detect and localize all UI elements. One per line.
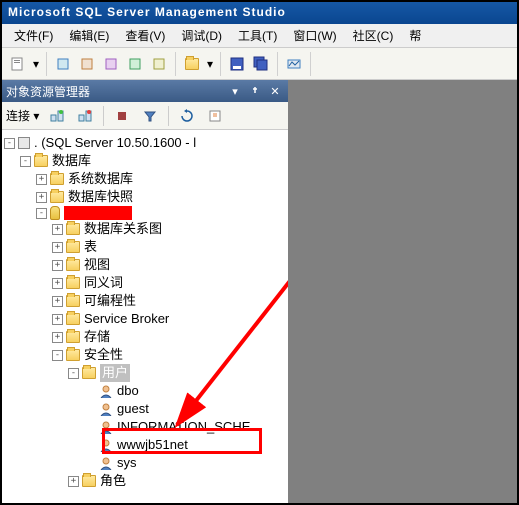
ce-query-button[interactable]: [147, 52, 171, 76]
folder-icon: [66, 241, 80, 253]
user-icon: [99, 402, 113, 416]
disconnect-button[interactable]: [73, 104, 97, 128]
menu-view[interactable]: 查看(V): [117, 25, 173, 46]
panel-toolbar: 连接 ▾: [2, 102, 288, 130]
mdx-query-button[interactable]: [75, 52, 99, 76]
views-node[interactable]: 视图: [84, 256, 110, 274]
user-icon: [99, 456, 113, 470]
db-engine-query-button[interactable]: [51, 52, 75, 76]
menu-file[interactable]: 文件(F): [6, 25, 61, 46]
expander-icon[interactable]: +: [52, 260, 63, 271]
xmla-query-button[interactable]: [123, 52, 147, 76]
database-icon: [50, 206, 60, 220]
folder-icon: [82, 475, 96, 487]
expander-icon[interactable]: +: [36, 174, 47, 185]
user-guest-node[interactable]: guest: [117, 400, 149, 418]
object-explorer-tree[interactable]: -. (SQL Server 10.50.1600 - l -数据库 +系统数据…: [2, 130, 288, 503]
database-node-redacted[interactable]: [64, 206, 132, 220]
title-bar[interactable]: Microsoft SQL Server Management Studio: [2, 2, 517, 24]
save-all-button[interactable]: [249, 52, 273, 76]
expander-icon[interactable]: -: [20, 156, 31, 167]
save-button[interactable]: [225, 52, 249, 76]
expander-icon[interactable]: -: [68, 368, 79, 379]
panel-title: 对象资源管理器: [6, 83, 90, 100]
menu-tools[interactable]: 工具(T): [230, 25, 285, 46]
refresh-button[interactable]: [175, 104, 199, 128]
filter-button[interactable]: [138, 104, 162, 128]
expander-icon[interactable]: -: [36, 208, 47, 219]
sysdb-node[interactable]: 系统数据库: [68, 170, 133, 188]
users-node[interactable]: 用户: [100, 364, 130, 382]
menu-edit[interactable]: 编辑(E): [61, 25, 117, 46]
server-node[interactable]: . (SQL Server 10.50.1600 - l: [34, 134, 196, 152]
panel-header: 对象资源管理器 ▾ ✕: [2, 80, 288, 102]
properties-button[interactable]: [203, 104, 227, 128]
folder-icon: [66, 349, 80, 361]
stop-button[interactable]: [110, 104, 134, 128]
user-highlighted-node[interactable]: wwwjb51net: [117, 436, 188, 454]
expander-icon[interactable]: +: [36, 192, 47, 203]
panel-pin-button[interactable]: [246, 83, 264, 99]
folder-icon: [66, 295, 80, 307]
roles-node[interactable]: 角色: [100, 472, 126, 490]
panel-dropdown-button[interactable]: ▾: [226, 83, 244, 99]
tables-node[interactable]: 表: [84, 238, 97, 256]
dmx-query-button[interactable]: [99, 52, 123, 76]
content-area: 对象资源管理器 ▾ ✕ 连接 ▾ -. (SQL Server 1: [2, 80, 517, 503]
programmability-node[interactable]: 可编程性: [84, 292, 136, 310]
new-query-button[interactable]: [6, 52, 30, 76]
diagrams-node[interactable]: 数据库关系图: [84, 220, 162, 238]
activity-monitor-button[interactable]: [282, 52, 306, 76]
main-toolbar: ▾ ▾: [2, 48, 517, 80]
menu-help[interactable]: 帮: [401, 25, 429, 46]
menu-window[interactable]: 窗口(W): [285, 25, 344, 46]
menu-bar: 文件(F) 编辑(E) 查看(V) 调试(D) 工具(T) 窗口(W) 社区(C…: [2, 24, 517, 48]
folder-icon: [66, 331, 80, 343]
folder-icon: [50, 191, 64, 203]
expander-icon[interactable]: +: [68, 476, 79, 487]
folder-icon: [66, 259, 80, 271]
open-dropdown[interactable]: ▾: [204, 52, 216, 76]
user-icon: [99, 438, 113, 452]
user-sys-node[interactable]: sys: [117, 454, 137, 472]
expander-icon[interactable]: -: [52, 350, 63, 361]
folder-icon: [34, 155, 48, 167]
object-explorer-panel: 对象资源管理器 ▾ ✕ 连接 ▾ -. (SQL Server 1: [2, 80, 292, 503]
panel-close-button[interactable]: ✕: [266, 83, 284, 99]
expander-icon[interactable]: +: [52, 242, 63, 253]
user-icon: [99, 384, 113, 398]
storage-node[interactable]: 存储: [84, 328, 110, 346]
app-window: Microsoft SQL Server Management Studio 文…: [0, 0, 519, 505]
folder-icon: [66, 277, 80, 289]
mdi-workspace: [292, 80, 517, 503]
folder-icon: [50, 173, 64, 185]
expander-icon[interactable]: -: [4, 138, 15, 149]
connect-object-explorer-button[interactable]: [45, 104, 69, 128]
security-node[interactable]: 安全性: [84, 346, 123, 364]
window-title: Microsoft SQL Server Management Studio: [8, 5, 286, 19]
expander-icon[interactable]: +: [52, 332, 63, 343]
service-broker-node[interactable]: Service Broker: [84, 310, 169, 328]
new-query-dropdown[interactable]: ▾: [30, 52, 42, 76]
user-infoschema-node[interactable]: INFORMATION_SCHE: [117, 418, 250, 436]
expander-icon[interactable]: +: [52, 314, 63, 325]
menu-community[interactable]: 社区(C): [345, 25, 402, 46]
folder-icon: [66, 313, 80, 325]
server-icon: [18, 137, 30, 149]
user-dbo-node[interactable]: dbo: [117, 382, 139, 400]
open-file-button[interactable]: [180, 52, 204, 76]
expander-icon[interactable]: +: [52, 278, 63, 289]
snapshots-node[interactable]: 数据库快照: [68, 188, 133, 206]
databases-node[interactable]: 数据库: [52, 152, 91, 170]
expander-icon[interactable]: +: [52, 296, 63, 307]
menu-debug[interactable]: 调试(D): [173, 25, 230, 46]
expander-icon[interactable]: +: [52, 224, 63, 235]
connect-dropdown[interactable]: 连接 ▾: [6, 107, 39, 124]
folder-icon: [66, 223, 80, 235]
user-icon: [99, 420, 113, 434]
folder-icon: [82, 367, 96, 379]
synonyms-node[interactable]: 同义词: [84, 274, 123, 292]
